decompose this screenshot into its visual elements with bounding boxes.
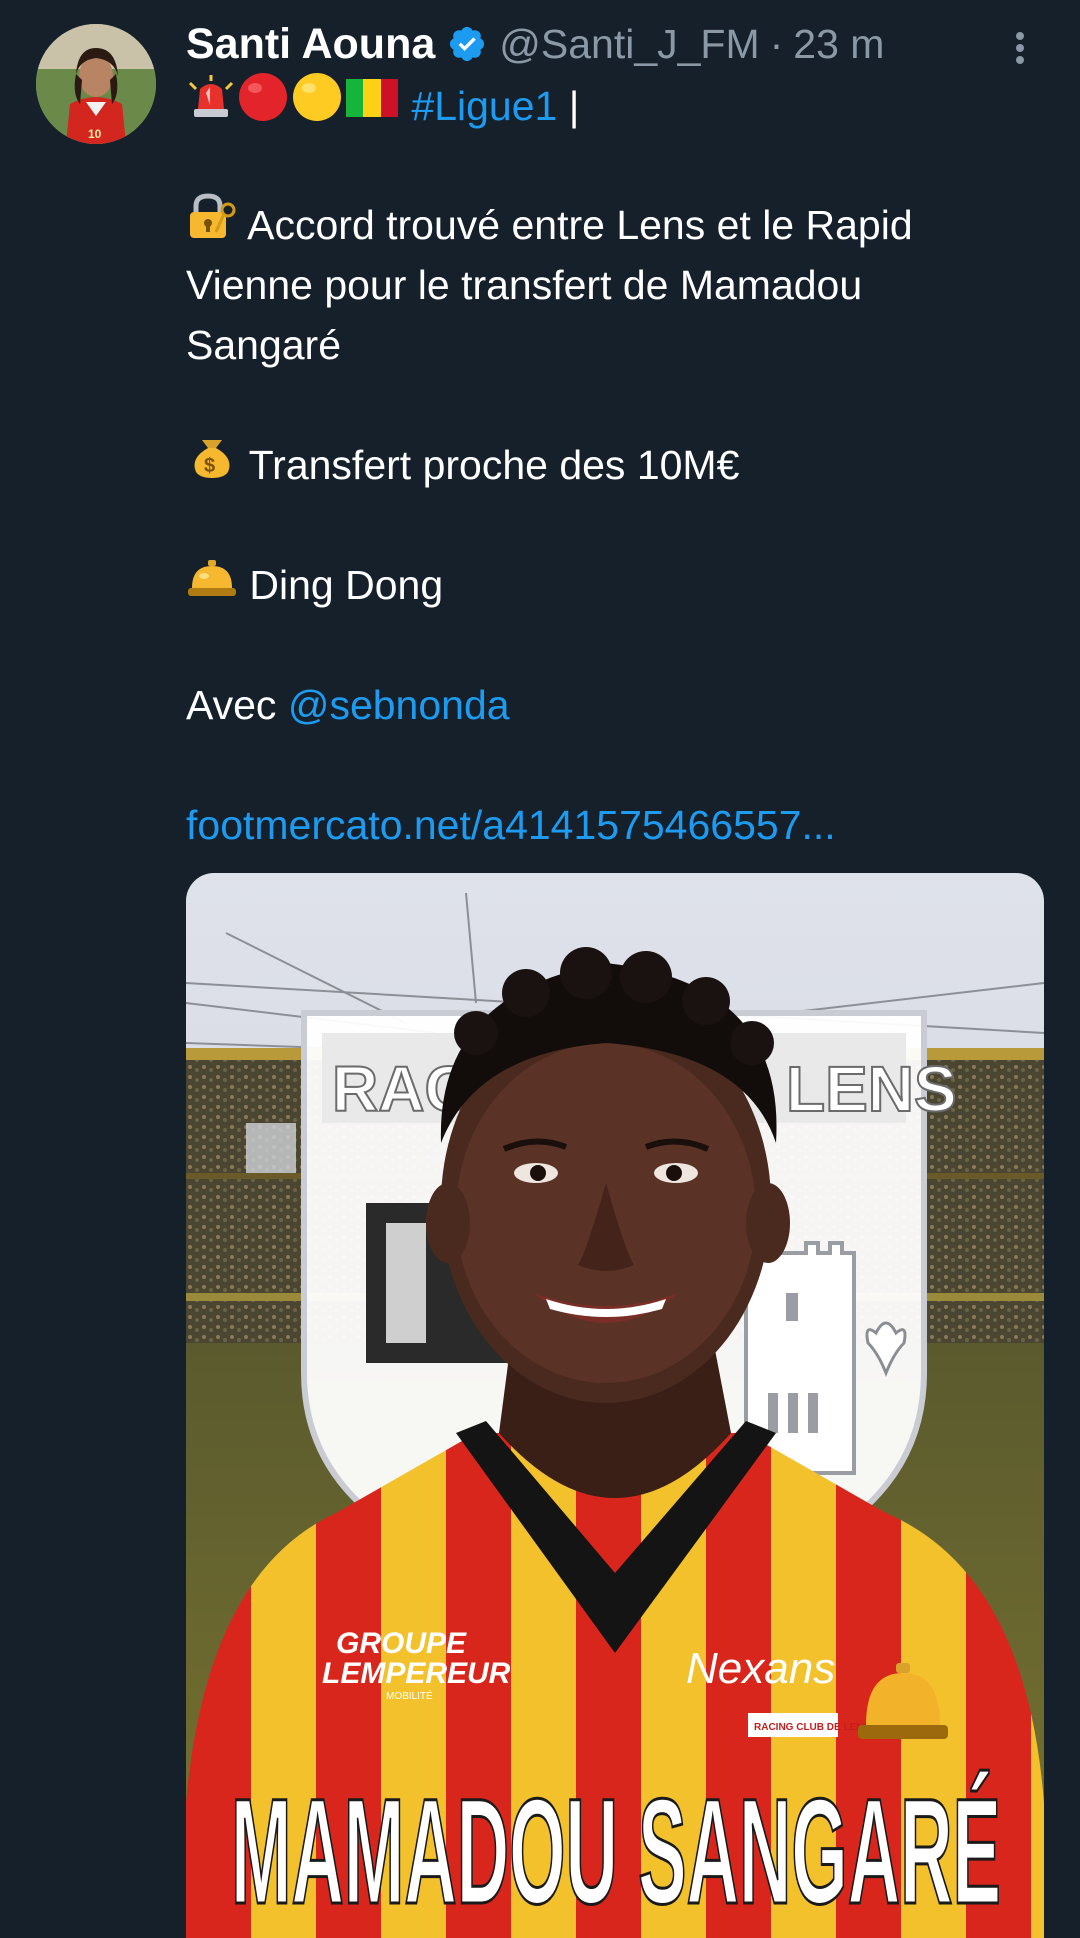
sponsor-left-line3: MOBILITÉ bbox=[386, 1689, 433, 1702]
svg-text:$: $ bbox=[204, 455, 215, 477]
mention-link[interactable]: @sebnonda bbox=[288, 682, 510, 728]
club-badge-text: RACING CLUB DE LENS bbox=[754, 1722, 870, 1733]
with-label: Avec bbox=[186, 682, 277, 728]
tweet-text-line: Ding Dong bbox=[186, 555, 443, 620]
money-bag-icon: $ bbox=[186, 432, 238, 496]
mali-flag-icon bbox=[344, 75, 400, 135]
pipe-separator: | bbox=[568, 83, 580, 129]
display-name[interactable]: Santi Aouna bbox=[186, 20, 435, 69]
avatar[interactable]: 10 bbox=[36, 24, 156, 144]
ding-dong-text: Ding Dong bbox=[249, 562, 444, 608]
separator-dot: · bbox=[769, 20, 784, 67]
verified-badge-icon bbox=[447, 24, 487, 64]
sponsor-left-line1: GROUPE bbox=[336, 1627, 467, 1660]
locked-with-key-icon bbox=[186, 192, 238, 256]
sponsor-left-line2: LEMPEREUR bbox=[322, 1657, 511, 1690]
timestamp[interactable]: 23 m bbox=[793, 21, 884, 68]
accord-text-line1: Accord trouvé entre Lens et le Rapid bbox=[247, 202, 913, 248]
tweet-text-line: Avec @sebnonda bbox=[186, 675, 510, 735]
rotating-light-icon bbox=[186, 73, 236, 137]
bellhop-bell-icon bbox=[186, 552, 238, 616]
tweet-text-line: Vienne pour le transfert de Mamadou bbox=[186, 255, 862, 315]
tweet-header: Santi Aouna @Santi_J_FM · 23 m bbox=[186, 16, 884, 72]
user-handle[interactable]: @Santi_J_FM bbox=[499, 21, 759, 68]
sponsor-right: Nexans bbox=[686, 1644, 835, 1693]
yellow-circle-icon bbox=[290, 73, 344, 137]
tweet-text-line: Sangaré bbox=[186, 315, 341, 375]
player-name-banner: MAMADOU SANGARÉ bbox=[231, 1767, 1001, 1935]
club-name-right: LENS bbox=[786, 1053, 957, 1125]
tweet-media-image[interactable]: RACI LENS GROUPE LEMPEREUR MOBILITÉ Nexa… bbox=[186, 873, 1044, 1938]
article-link[interactable]: footmercato.net/a4141575466557... bbox=[186, 795, 836, 855]
svg-text:10: 10 bbox=[88, 127, 102, 141]
accord-text-line2: Vienne pour le transfert de Mamadou bbox=[186, 262, 863, 308]
hashtag-link[interactable]: #Ligue1 bbox=[411, 83, 557, 129]
transfer-text: Transfert proche des 10M€ bbox=[248, 442, 740, 488]
tweet-text-line: $ Transfert proche des 10M€ bbox=[186, 435, 739, 500]
red-circle-icon bbox=[236, 73, 290, 137]
accord-text-line3: Sangaré bbox=[186, 322, 342, 368]
tweet-text-line: Accord trouvé entre Lens et le Rapid bbox=[186, 192, 913, 260]
tweet-text-line-emojis: #Ligue1 | bbox=[186, 73, 580, 141]
more-options-icon[interactable] bbox=[1006, 28, 1034, 68]
tweet[interactable]: 10 Santi Aouna @Santi_J_FM · 23 m #Ligue… bbox=[0, 0, 1080, 1938]
